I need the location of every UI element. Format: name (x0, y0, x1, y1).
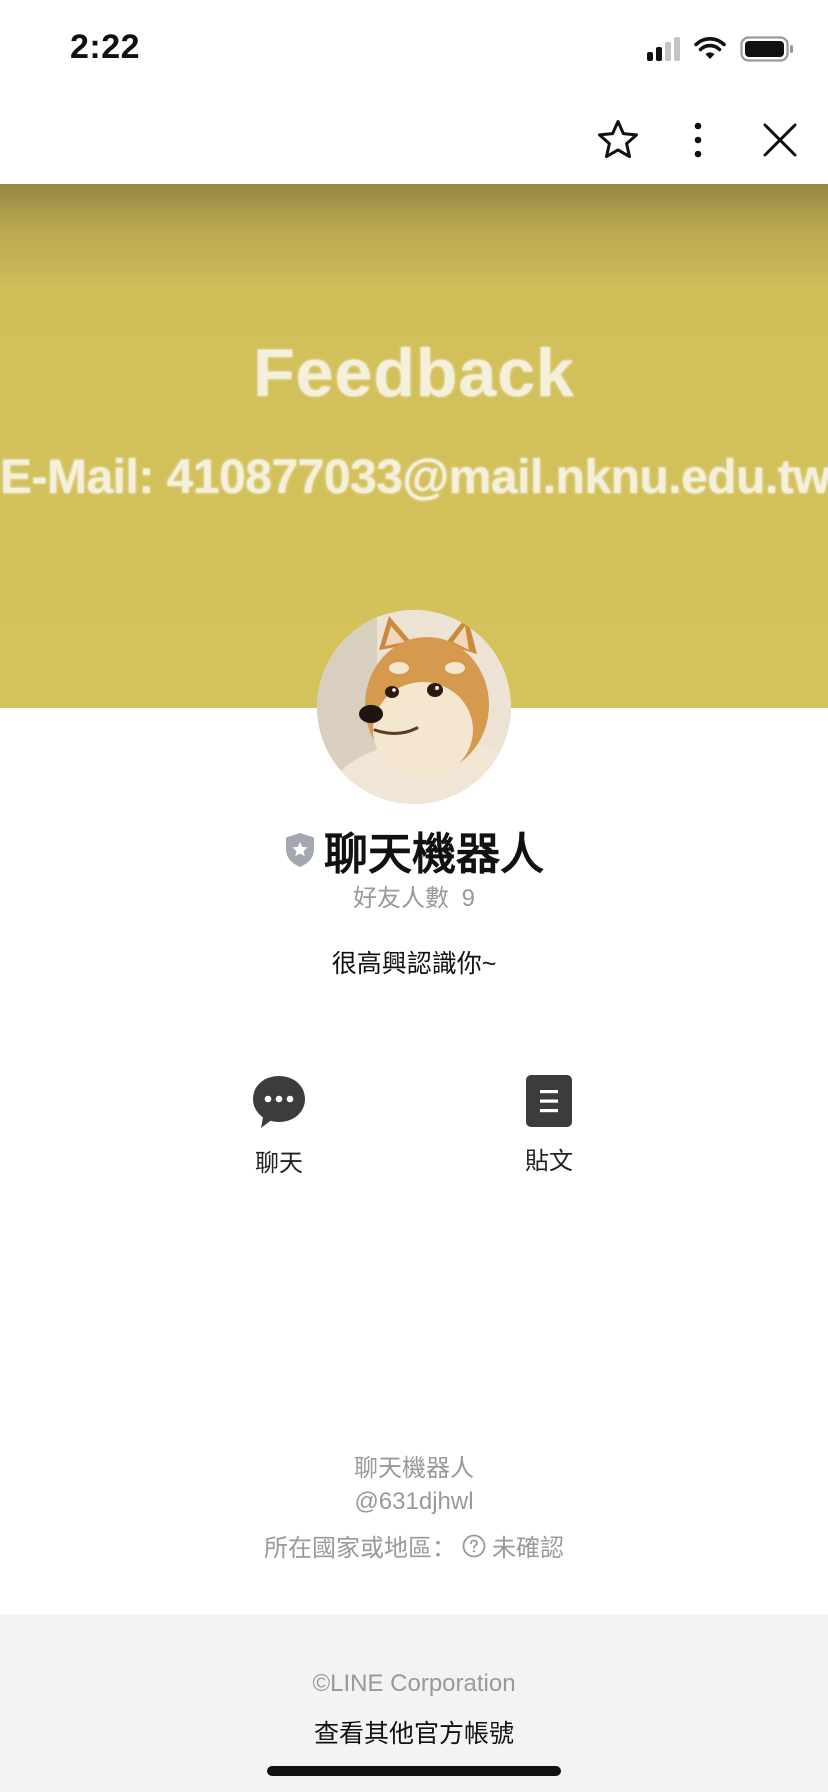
close-icon (763, 123, 797, 157)
friend-count: 好友人數 9 (0, 878, 828, 913)
region-value: 未確認 (492, 1535, 564, 1562)
chat-action-button[interactable]: 聊天 (219, 1074, 339, 1178)
close-button[interactable] (754, 114, 806, 166)
region-label: 所在國家或地區： (264, 1535, 456, 1562)
wifi-icon (694, 37, 726, 59)
post-icon (526, 1075, 572, 1127)
friend-count-label: 好友人數 (352, 885, 449, 912)
favorite-button[interactable] (592, 114, 644, 166)
question-circle-icon[interactable] (462, 1534, 486, 1558)
more-options-button[interactable] (672, 114, 724, 166)
chat-action-label: 聊天 (255, 1150, 303, 1177)
status-bar: 2:22 (0, 0, 828, 96)
friend-count-value: 9 (461, 885, 476, 912)
view-other-official-accounts-link[interactable]: 查看其他官方帳號 (0, 1714, 828, 1750)
status-time: 2:22 (70, 28, 141, 66)
profile-avatar[interactable] (317, 610, 511, 804)
footer: ©LINE Corporation 查看其他官方帳號 (0, 1614, 828, 1792)
post-action-button[interactable]: 貼文 (489, 1074, 609, 1176)
copyright-text: ©LINE Corporation (312, 1670, 516, 1697)
home-indicator[interactable] (267, 1766, 561, 1776)
star-icon (598, 120, 638, 159)
account-id: @631djhwl (354, 1488, 474, 1515)
chat-bubble-icon (253, 1076, 305, 1128)
top-bar (0, 96, 828, 184)
status-icons (647, 34, 794, 64)
official-account-badge-icon (286, 833, 314, 867)
profile-name: 聊天機器人 (324, 830, 544, 879)
account-name: 聊天機器人 (354, 1455, 474, 1482)
status-message: 很高興認識你~ (331, 950, 497, 978)
more-vertical-icon (694, 122, 702, 158)
profile-name-row: 聊天機器人 (0, 818, 828, 882)
battery-icon (740, 36, 793, 62)
post-action-label: 貼文 (525, 1148, 573, 1175)
shiba-dog-avatar-image (317, 610, 511, 804)
cover-email: E-Mail: 410877033@mail.nknu.edu.tw (0, 451, 828, 504)
account-region: 所在國家或地區： 未確認 (0, 1528, 828, 1563)
cellular-signal-icon (647, 37, 680, 61)
cover-title: Feedback (253, 335, 575, 411)
